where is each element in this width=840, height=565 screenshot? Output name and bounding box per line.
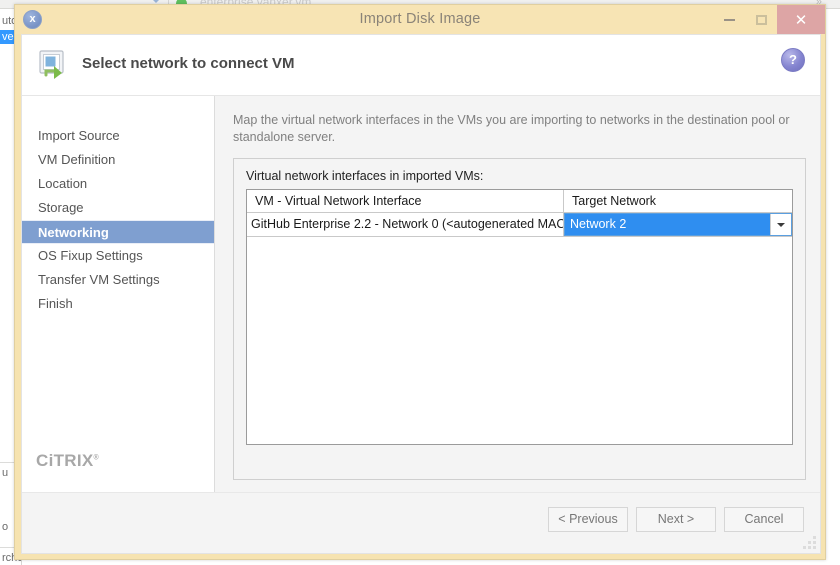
minimize-icon bbox=[723, 18, 735, 21]
citrix-logo: CiTRIX® bbox=[36, 451, 99, 471]
cell-target-network[interactable]: Network 2 bbox=[564, 213, 792, 236]
cancel-button[interactable]: Cancel bbox=[724, 507, 804, 532]
close-button[interactable]: ✕ bbox=[777, 5, 825, 34]
background-caret-icon bbox=[152, 0, 160, 3]
previous-button[interactable]: < Previous bbox=[548, 507, 628, 532]
network-interfaces-table[interactable]: VM - Virtual Network Interface Target Ne… bbox=[246, 189, 793, 445]
window-controls: ✕ bbox=[713, 5, 825, 34]
target-network-value[interactable]: Network 2 bbox=[565, 214, 770, 235]
maximize-button[interactable] bbox=[745, 5, 777, 34]
cell-vm-interface: GitHub Enterprise 2.2 - Network 0 (<auto… bbox=[247, 213, 564, 236]
help-icon[interactable]: ? bbox=[781, 48, 805, 72]
sidebar-item-import-source[interactable]: Import Source bbox=[22, 124, 214, 148]
sidebar-item-os-fixup-settings[interactable]: OS Fixup Settings bbox=[22, 244, 214, 268]
sidebar-item-storage[interactable]: Storage bbox=[22, 196, 214, 220]
groupbox-label: Virtual network interfaces in imported V… bbox=[246, 169, 484, 183]
dialog-footer: < Previous Next > Cancel bbox=[22, 492, 820, 553]
import-disk-image-dialog: x Import Disk Image ✕ Select network to … bbox=[14, 4, 826, 560]
dialog-content: Map the virtual network interfaces in th… bbox=[215, 96, 820, 493]
table-empty-area bbox=[247, 237, 792, 249]
sidebar-item-finish[interactable]: Finish bbox=[22, 292, 214, 316]
chevron-down-icon[interactable] bbox=[770, 214, 791, 235]
citrix-logo-text: CiTRIX bbox=[36, 451, 94, 470]
sidebar-item-vm-definition[interactable]: VM Definition bbox=[22, 148, 214, 172]
resize-grip-icon[interactable] bbox=[803, 536, 816, 549]
wizard-buttons: < Previous Next > Cancel bbox=[548, 507, 804, 532]
dialog-main: Import Source VM Definition Location Sto… bbox=[22, 96, 820, 493]
column-header-target-network[interactable]: Target Network bbox=[564, 190, 792, 212]
background-list-item[interactable]: u bbox=[2, 467, 8, 479]
network-mapping-groupbox: Virtual network interfaces in imported V… bbox=[233, 158, 806, 480]
next-button[interactable]: Next > bbox=[636, 507, 716, 532]
background-list-item[interactable]: o bbox=[2, 521, 8, 533]
connect-network-icon bbox=[36, 48, 70, 82]
dialog-title: Import Disk Image bbox=[359, 11, 481, 27]
sidebar-item-transfer-vm-settings[interactable]: Transfer VM Settings bbox=[22, 268, 214, 292]
target-network-dropdown[interactable]: Network 2 bbox=[564, 213, 792, 236]
sidebar-item-location[interactable]: Location bbox=[22, 172, 214, 196]
table-row[interactable]: GitHub Enterprise 2.2 - Network 0 (<auto… bbox=[247, 213, 792, 237]
maximize-icon bbox=[755, 14, 767, 25]
wizard-steps-sidebar: Import Source VM Definition Location Sto… bbox=[22, 96, 215, 493]
instructions-text: Map the virtual network interfaces in th… bbox=[233, 113, 790, 144]
page-title: Select network to connect VM bbox=[82, 55, 295, 72]
minimize-button[interactable] bbox=[713, 5, 745, 34]
table-header-row: VM - Virtual Network Interface Target Ne… bbox=[247, 190, 792, 213]
dialog-titlebar[interactable]: x Import Disk Image ✕ bbox=[15, 5, 825, 34]
screen: enterprise.vanxer.vm » uto ver u o rches… bbox=[0, 0, 840, 565]
citrix-trademark: ® bbox=[93, 454, 99, 462]
column-header-vm-interface[interactable]: VM - Virtual Network Interface bbox=[247, 190, 564, 212]
sidebar-item-networking[interactable]: Networking bbox=[22, 220, 214, 244]
dialog-header: Select network to connect VM ? bbox=[22, 35, 820, 96]
dialog-body: Select network to connect VM ? Import So… bbox=[21, 34, 821, 554]
